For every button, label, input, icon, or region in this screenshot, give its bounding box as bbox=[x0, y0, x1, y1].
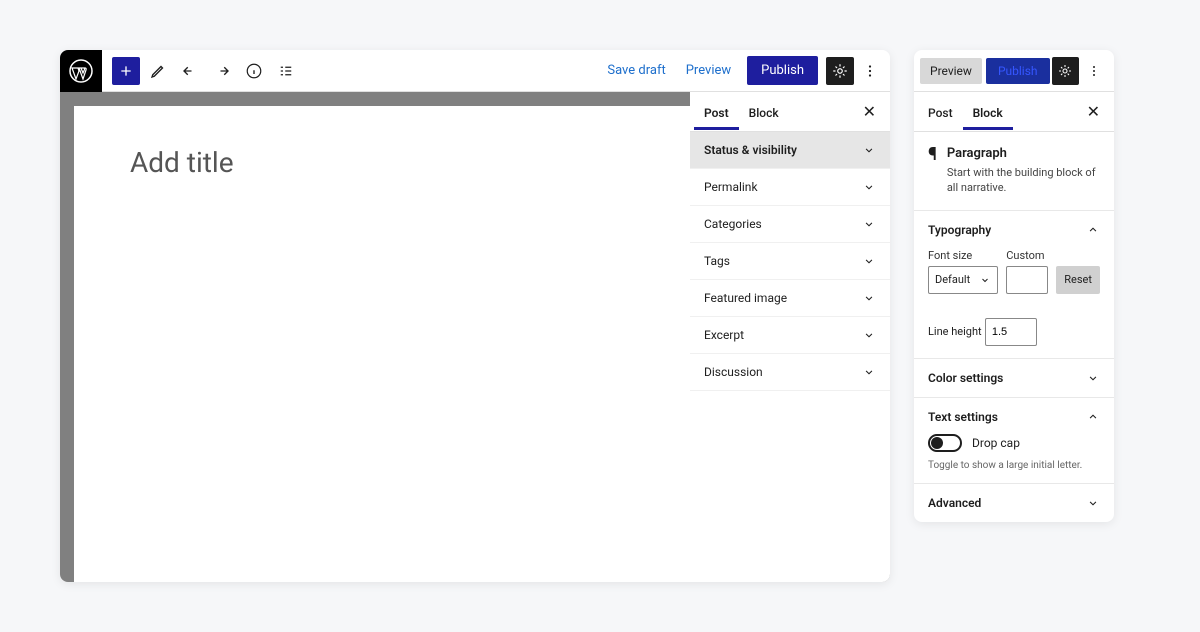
chevron-down-icon bbox=[1086, 496, 1100, 510]
color-settings-section: Color settings bbox=[914, 358, 1114, 397]
dots-vertical-icon bbox=[1086, 63, 1102, 79]
drop-cap-label: Drop cap bbox=[972, 436, 1020, 450]
panel-label: Permalink bbox=[704, 180, 758, 194]
chevron-down-icon bbox=[979, 274, 991, 286]
panel-label: Featured image bbox=[704, 291, 787, 305]
section-title: Advanced bbox=[928, 496, 981, 510]
gear-icon bbox=[831, 62, 849, 80]
tab-post[interactable]: Post bbox=[918, 94, 963, 130]
editor-body: Add title Post Block ✕ Status & visibili… bbox=[60, 92, 890, 582]
custom-font-size-input[interactable] bbox=[1006, 266, 1048, 294]
canvas-frame: Add title bbox=[60, 92, 690, 582]
font-size-select[interactable]: Default bbox=[928, 266, 998, 294]
panel-tags[interactable]: Tags bbox=[690, 243, 890, 280]
gear-icon bbox=[1057, 63, 1073, 79]
font-size-label: Font size bbox=[928, 249, 998, 262]
panel-label: Status & visibility bbox=[704, 143, 797, 157]
reset-button[interactable]: Reset bbox=[1056, 266, 1100, 294]
panel-categories[interactable]: Categories bbox=[690, 206, 890, 243]
publish-button-blue[interactable]: Publish bbox=[986, 58, 1050, 84]
chevron-down-icon bbox=[862, 291, 876, 305]
post-sidebar: Post Block ✕ Status & visibility Permali… bbox=[690, 92, 890, 582]
preview-button[interactable]: Preview bbox=[676, 57, 741, 84]
editor-toolbar: Save draft Preview Publish bbox=[60, 50, 890, 92]
block-panel-tabs: Post Block ✕ bbox=[914, 92, 1114, 132]
redo-icon bbox=[213, 62, 231, 80]
panel-status-visibility[interactable]: Status & visibility bbox=[690, 132, 890, 169]
pencil-icon bbox=[149, 62, 167, 80]
wordpress-icon bbox=[69, 59, 93, 83]
text-settings-header[interactable]: Text settings bbox=[928, 410, 1100, 424]
sidebar-tabs: Post Block ✕ bbox=[690, 92, 890, 132]
chevron-up-icon bbox=[1086, 410, 1100, 424]
chevron-down-icon bbox=[862, 180, 876, 194]
chevron-down-icon bbox=[862, 328, 876, 342]
block-title: Paragraph bbox=[947, 146, 1100, 161]
panel-label: Excerpt bbox=[704, 328, 744, 342]
chevron-up-icon bbox=[1086, 223, 1100, 237]
block-description: Start with the building block of all nar… bbox=[947, 165, 1100, 196]
tab-block[interactable]: Block bbox=[963, 94, 1013, 130]
preview-button-gray[interactable]: Preview bbox=[920, 58, 982, 84]
publish-button[interactable]: Publish bbox=[747, 56, 818, 85]
info-icon bbox=[245, 62, 263, 80]
add-block-button[interactable] bbox=[112, 57, 140, 85]
line-height-input[interactable] bbox=[985, 318, 1037, 346]
settings-button[interactable] bbox=[826, 57, 854, 85]
info-button[interactable] bbox=[240, 57, 268, 85]
close-panel-button[interactable]: ✕ bbox=[1077, 94, 1110, 129]
edit-mode-button[interactable] bbox=[144, 57, 172, 85]
list-icon bbox=[277, 62, 295, 80]
post-title-input[interactable]: Add title bbox=[130, 146, 634, 179]
color-settings-header[interactable]: Color settings bbox=[928, 371, 1100, 385]
more-options-button[interactable] bbox=[856, 57, 884, 85]
panel-label: Tags bbox=[704, 254, 730, 268]
undo-icon bbox=[181, 62, 199, 80]
text-settings-section: Text settings Drop cap Toggle to show a … bbox=[914, 397, 1114, 483]
chevron-down-icon bbox=[862, 254, 876, 268]
chevron-down-icon bbox=[862, 365, 876, 379]
editor-canvas[interactable]: Add title bbox=[74, 106, 690, 582]
save-draft-button[interactable]: Save draft bbox=[597, 57, 675, 84]
chevron-down-icon bbox=[862, 217, 876, 231]
custom-label: Custom bbox=[1006, 249, 1048, 262]
panel-label: Discussion bbox=[704, 365, 763, 379]
advanced-section: Advanced bbox=[914, 483, 1114, 522]
panel-label: Categories bbox=[704, 217, 762, 231]
typography-section: Typography Font size Default Custom Rese… bbox=[914, 210, 1114, 358]
plus-icon bbox=[118, 63, 134, 79]
block-panel-toolbar: Preview Publish bbox=[914, 50, 1114, 92]
tab-block[interactable]: Block bbox=[739, 94, 789, 130]
panel-permalink[interactable]: Permalink bbox=[690, 169, 890, 206]
block-info: ¶ Paragraph Start with the building bloc… bbox=[914, 132, 1114, 210]
font-size-value: Default bbox=[935, 273, 970, 286]
redo-button[interactable] bbox=[208, 57, 236, 85]
wordpress-logo[interactable] bbox=[60, 50, 102, 92]
settings-button[interactable] bbox=[1052, 57, 1079, 85]
outline-button[interactable] bbox=[272, 57, 300, 85]
typography-header[interactable]: Typography bbox=[928, 223, 1100, 237]
panel-discussion[interactable]: Discussion bbox=[690, 354, 890, 391]
advanced-header[interactable]: Advanced bbox=[928, 496, 1100, 510]
more-options-button[interactable] bbox=[1081, 57, 1108, 85]
panel-excerpt[interactable]: Excerpt bbox=[690, 317, 890, 354]
tab-post[interactable]: Post bbox=[694, 94, 739, 130]
chevron-down-icon bbox=[1086, 371, 1100, 385]
editor-window: Save draft Preview Publish Add title Pos… bbox=[60, 50, 890, 582]
undo-button[interactable] bbox=[176, 57, 204, 85]
drop-cap-toggle[interactable] bbox=[928, 434, 962, 452]
panel-featured-image[interactable]: Featured image bbox=[690, 280, 890, 317]
dots-vertical-icon bbox=[861, 62, 879, 80]
section-title: Text settings bbox=[928, 410, 998, 424]
chevron-down-icon bbox=[862, 143, 876, 157]
block-settings-panel: Preview Publish Post Block ✕ ¶ Paragraph… bbox=[914, 50, 1114, 522]
paragraph-icon: ¶ bbox=[928, 146, 937, 196]
section-title: Typography bbox=[928, 223, 991, 237]
line-height-label: Line height bbox=[928, 325, 982, 338]
section-title: Color settings bbox=[928, 371, 1003, 385]
close-sidebar-button[interactable]: ✕ bbox=[853, 94, 886, 129]
drop-cap-help: Toggle to show a large initial letter. bbox=[928, 460, 1100, 471]
